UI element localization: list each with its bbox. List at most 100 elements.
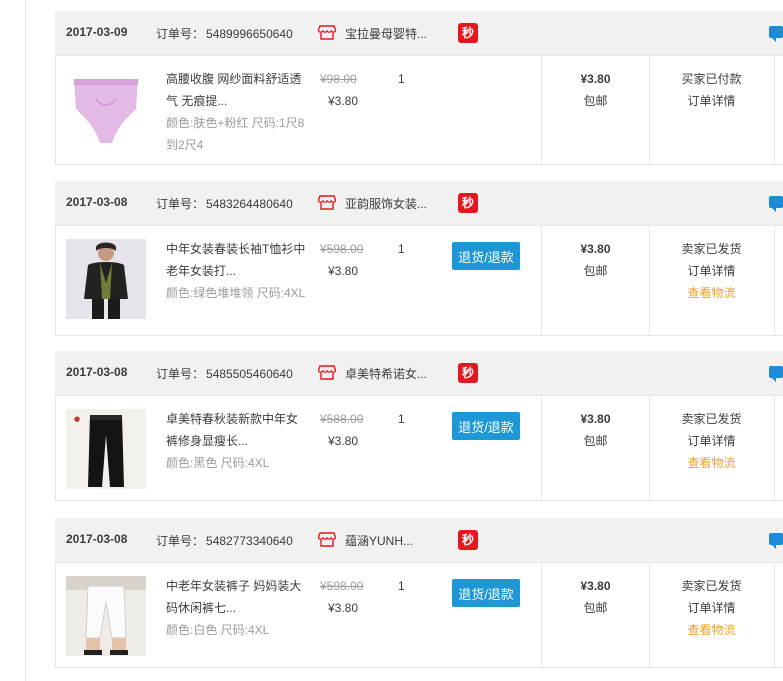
- order-number-value: 5483264480640: [206, 197, 293, 211]
- paid-amount: ¥3.80: [580, 72, 611, 86]
- payment-column: ¥3.80 包邮: [541, 563, 650, 667]
- shipping-note: 包邮: [583, 434, 608, 448]
- order-date: 2017-03-08: [66, 532, 128, 546]
- original-price: ¥598.00: [320, 579, 364, 593]
- quantity: 1: [398, 72, 405, 86]
- quantity: 1: [398, 242, 405, 256]
- unit-price: ¥3.80: [328, 264, 359, 278]
- order-status: 卖家已发货: [681, 579, 742, 593]
- order-detail-link[interactable]: 订单详情: [649, 90, 774, 112]
- order-status: 卖家已发货: [681, 242, 742, 256]
- order-header: 2017-03-08 订单号： 5482773340640 蕴涵YUNH... 秒: [55, 518, 783, 563]
- order-number-value: 5482773340640: [206, 534, 293, 548]
- shipping-note: 包邮: [583, 601, 608, 615]
- order-number: 订单号： 5483264480640: [156, 195, 293, 212]
- product-title-link[interactable]: 卓美特春秋装新款中年女裤修身显瘦长...: [166, 408, 306, 452]
- flash-sale-badge: 秒: [458, 363, 478, 383]
- order-number: 订单号： 5489996650640: [156, 25, 293, 42]
- order-number: 订单号： 5482773340640: [156, 532, 293, 549]
- payment-column: ¥3.80 包邮: [541, 56, 650, 164]
- shop-name-link[interactable]: 宝拉曼母婴特...: [345, 25, 427, 42]
- order-date: 2017-03-09: [66, 25, 128, 39]
- product-title-link[interactable]: 高腰收腹 网纱面料舒适透气 无痕提...: [166, 68, 306, 112]
- refund-button[interactable]: 退货/退款: [452, 412, 520, 440]
- payment-column: ¥3.80 包邮: [541, 396, 650, 500]
- shop-icon: [318, 365, 336, 380]
- underwear-thumbnail[interactable]: [66, 69, 146, 149]
- white-pants-thumbnail[interactable]: [66, 576, 146, 656]
- chat-icon[interactable]: [769, 533, 783, 549]
- order-body: 中老年女装裤子 妈妈装大码休闲裤七... 颜色:白色 尺码:4XL ¥598.0…: [55, 563, 783, 668]
- view-logistics-link[interactable]: 查看物流: [649, 619, 774, 641]
- product-attributes: 颜色:肤色+粉红 尺码:1尺8到2尺4: [166, 116, 305, 152]
- order-body: ● 卓美特春秋装新款中年女裤修身显瘦长... 颜色:黑色 尺码:4XL ¥588…: [55, 396, 783, 501]
- column-divider: [774, 396, 775, 500]
- original-price: ¥98.00: [320, 72, 357, 86]
- chat-icon[interactable]: [769, 196, 783, 212]
- chat-icon[interactable]: [769, 366, 783, 382]
- payment-column: ¥3.80 包邮: [541, 226, 650, 335]
- refund-button[interactable]: 退货/退款: [452, 242, 520, 270]
- flash-sale-badge: 秒: [458, 23, 478, 43]
- black-pants-thumbnail[interactable]: ●: [66, 409, 146, 489]
- original-price: ¥588.00: [320, 412, 364, 426]
- shop-icon: [318, 532, 336, 547]
- shipping-note: 包邮: [583, 264, 608, 278]
- paid-amount: ¥3.80: [580, 412, 611, 426]
- order-number-label: 订单号：: [156, 27, 205, 41]
- status-column: 买家已付款 订单详情: [649, 56, 774, 164]
- order-body: 高腰收腹 网纱面料舒适透气 无痕提... 颜色:肤色+粉红 尺码:1尺8到2尺4…: [55, 56, 783, 165]
- page-left-divider: [25, 0, 26, 681]
- quantity: 1: [398, 579, 405, 593]
- order-number-label: 订单号：: [156, 534, 205, 548]
- order-status: 卖家已发货: [681, 412, 742, 426]
- order-number: 订单号： 5485505460640: [156, 365, 293, 382]
- status-column: 卖家已发货 订单详情 查看物流: [649, 563, 774, 667]
- shipping-note: 包邮: [583, 94, 608, 108]
- shop-icon: [318, 195, 336, 210]
- refund-button[interactable]: 退货/退款: [452, 579, 520, 607]
- svg-text:●: ●: [74, 415, 80, 423]
- order-detail-link[interactable]: 订单详情: [649, 260, 774, 282]
- column-divider: [774, 563, 775, 667]
- column-divider: [774, 226, 775, 335]
- view-logistics-link[interactable]: 查看物流: [649, 282, 774, 304]
- product-title-link[interactable]: 中年女装春装长袖T恤衫中老年女装打...: [166, 238, 306, 282]
- blouse-thumbnail[interactable]: [66, 239, 146, 319]
- shop-icon: [318, 25, 336, 40]
- order-number-label: 订单号：: [156, 197, 205, 211]
- shop-name-link[interactable]: 蕴涵YUNH...: [345, 532, 413, 549]
- unit-price: ¥3.80: [328, 434, 359, 448]
- unit-price: ¥3.80: [328, 94, 359, 108]
- status-column: 卖家已发货 订单详情 查看物流: [649, 226, 774, 335]
- order-date: 2017-03-08: [66, 365, 128, 379]
- order-number-value: 5485505460640: [206, 367, 293, 381]
- order-number-label: 订单号：: [156, 367, 205, 381]
- unit-price: ¥3.80: [328, 601, 359, 615]
- paid-amount: ¥3.80: [580, 242, 611, 256]
- order-detail-link[interactable]: 订单详情: [649, 430, 774, 452]
- product-title-link[interactable]: 中老年女装裤子 妈妈装大码休闲裤七...: [166, 575, 306, 619]
- quantity: 1: [398, 412, 405, 426]
- shop-name-link[interactable]: 卓美特希诺女...: [345, 365, 427, 382]
- order-header: 2017-03-08 订单号： 5483264480640 亚韵服饰女装... 秒: [55, 181, 783, 226]
- order-header: 2017-03-09 订单号： 5489996650640 宝拉曼母婴特... 秒: [55, 11, 783, 56]
- product-attributes: 颜色:绿色堆堆领 尺码:4XL: [166, 286, 306, 300]
- flash-sale-badge: 秒: [458, 530, 478, 550]
- product-attributes: 颜色:黑色 尺码:4XL: [166, 456, 270, 470]
- status-column: 卖家已发货 订单详情 查看物流: [649, 396, 774, 500]
- column-divider: [774, 56, 775, 164]
- order-date: 2017-03-08: [66, 195, 128, 209]
- order-status: 买家已付款: [681, 72, 742, 86]
- order-body: 中年女装春装长袖T恤衫中老年女装打... 颜色:绿色堆堆领 尺码:4XL ¥59…: [55, 226, 783, 336]
- chat-icon[interactable]: [769, 26, 783, 42]
- paid-amount: ¥3.80: [580, 579, 611, 593]
- order-detail-link[interactable]: 订单详情: [649, 597, 774, 619]
- original-price: ¥598.00: [320, 242, 364, 256]
- order-number-value: 5489996650640: [206, 27, 293, 41]
- product-attributes: 颜色:白色 尺码:4XL: [166, 623, 270, 637]
- order-header: 2017-03-08 订单号： 5485505460640 卓美特希诺女... 秒: [55, 351, 783, 396]
- flash-sale-badge: 秒: [458, 193, 478, 213]
- view-logistics-link[interactable]: 查看物流: [649, 452, 774, 474]
- shop-name-link[interactable]: 亚韵服饰女装...: [345, 195, 427, 212]
